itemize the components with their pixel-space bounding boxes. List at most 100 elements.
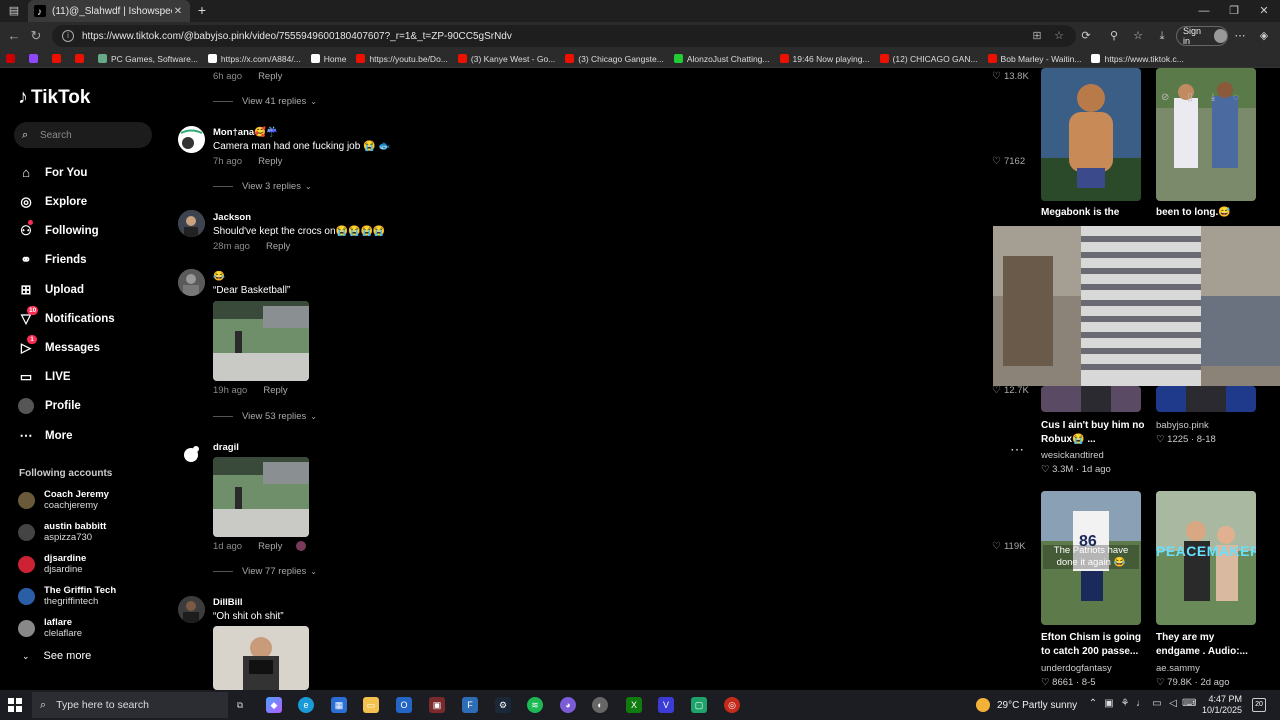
see-more-button[interactable]: ⌄ See more [22,650,91,662]
volume-icon[interactable]: ◁ [1166,698,1180,709]
video-thumbnail[interactable] [1041,68,1141,201]
like-count[interactable]: ♡ 119K [992,541,1025,552]
avatar[interactable] [178,441,205,468]
sidebar-item-upload[interactable]: ⊞ Upload [18,279,168,301]
close-window-icon[interactable]: ✕ [1248,2,1280,20]
weather-widget[interactable]: 29°C Partly sunny [976,698,1077,712]
app-icon[interactable]: ▢ [691,697,707,713]
vpn-app-icon[interactable]: V [658,697,674,713]
avatar[interactable] [178,126,205,153]
microphone-icon[interactable]: ♩ [1134,698,1148,709]
comment-username[interactable]: Mon†ana🥰☔ [213,127,278,138]
like-count[interactable]: ♡ 12.7K [992,385,1029,396]
like-count[interactable]: ♡ 13.8K [992,71,1029,82]
bookmark-item[interactable] [52,54,65,63]
reply-button[interactable]: Reply [258,71,282,82]
video-thumbnail[interactable] [1156,68,1256,201]
clock[interactable]: 4:47 PM 10/1/2025 [1196,694,1242,716]
bookmark-item[interactable]: PC Games, Software... [98,54,198,64]
video-thumbnail[interactable] [1156,386,1256,412]
following-account[interactable]: austin babbitt aspizza730 [18,519,168,545]
download-icon[interactable]: ⤓ [1211,92,1215,110]
video-title[interactable]: Efton Chism is going to catch 200 passe.… [1041,631,1145,659]
favorite-star-icon[interactable]: ☆ [1052,29,1066,43]
file-explorer-icon[interactable]: ▭ [363,697,379,713]
bookmark-item[interactable] [29,54,42,63]
bookmark-item[interactable]: (3) Kanye West - Go... [457,54,555,64]
avatar[interactable] [178,596,205,623]
edge-app-icon[interactable]: e [298,697,314,713]
video-title[interactable]: been to long.😅 [1156,206,1260,220]
reply-button[interactable]: Reply [258,541,282,552]
comment-username[interactable]: Jackson [213,212,251,223]
view-replies-button[interactable]: View 53 replies ⌄ [213,411,317,422]
tab-actions-icon[interactable]: ▤ [6,3,22,19]
avatar[interactable] [178,210,205,237]
comment-username[interactable]: dragil [213,442,239,453]
bookmark-item[interactable]: Home [310,54,346,64]
taskbar-search-input[interactable]: ⌕ Type here to search [32,692,228,718]
sidebar-item-for-you[interactable]: ⌂ For You [18,162,168,184]
language-icon[interactable]: ⌨ [1182,698,1196,709]
reload-icon[interactable]: ↻ [28,28,44,44]
reply-button[interactable]: Reply [266,241,290,252]
view-replies-button[interactable]: View 41 replies ⌄ [213,96,317,107]
store-app-icon[interactable]: ▦ [331,697,347,713]
video-thumbnail[interactable]: PEACEMAKER [1156,491,1256,625]
sidebar-item-friends[interactable]: ⚭ Friends [18,249,168,271]
bookmark-item[interactable]: (12) CHICAGO GAN... [879,54,978,64]
sidebar-item-messages[interactable]: ▷ 1 Messages [18,335,168,359]
reply-button[interactable]: Reply [263,385,287,396]
video-author[interactable]: wesickandtired [1041,450,1104,461]
tray-app-icon[interactable]: ▣ [1102,698,1116,709]
url-field[interactable]: i https://www.tiktok.com/@babyjso.pink/v… [52,25,1076,47]
spotify-app-icon[interactable]: ≋ [527,697,543,713]
site-info-icon[interactable]: i [62,30,74,42]
bookmark-item[interactable]: https://www.tiktok.c... [1091,54,1184,64]
more-options-icon[interactable]: ⋯ [1010,441,1024,458]
following-account[interactable]: Coach Jeremy coachjeremy [18,487,168,513]
network-icon[interactable]: ▭ [1150,698,1164,709]
video-author[interactable]: babyjso.pink [1156,420,1209,431]
phone-icon[interactable]: ▯ [1187,92,1193,110]
bookmark-item[interactable]: (3) Chicago Gangste... [565,54,664,64]
sidebar-item-explore[interactable]: ◎ Explore [18,191,168,213]
reply-button[interactable]: Reply [258,156,282,167]
extensions-icon[interactable]: ⟳ [1078,28,1094,44]
avatar[interactable] [178,269,205,296]
back-icon[interactable]: ← [6,28,22,44]
new-tab-icon[interactable]: + [194,2,210,18]
outlook-app-icon[interactable]: O [396,697,412,713]
sidebar-item-following[interactable]: ⚇ Following [18,220,168,242]
bookmark-item[interactable]: AlonzoJust Chatting... [673,54,770,64]
bookmark-item[interactable]: https://youtu.be/Do... [356,54,448,64]
downloads-icon[interactable]: ⤓ [1154,28,1170,44]
video-thumbnail[interactable]: 86 The Patriots have done it again 😂 [1041,491,1141,625]
bookmark-item[interactable]: Bob Marley - Waitin... [987,54,1081,64]
tray-chevron-icon[interactable]: ⌃ [1086,698,1100,709]
bookmark-item[interactable] [6,54,19,63]
favorites-icon[interactable]: ☆ [1130,28,1146,44]
tray-app-icon[interactable]: ⚘ [1118,698,1132,709]
comment-username[interactable]: DillBill [213,597,243,608]
following-account[interactable]: The Griffin Tech thegriffintech [18,583,168,609]
split-screen-icon[interactable]: ⚲ [1106,28,1122,44]
following-account[interactable]: djsardine djsardine [18,551,168,577]
video-title[interactable]: Megabonk is the [1041,206,1145,220]
settings-more-icon[interactable]: ⋯ [1232,28,1248,44]
app-icon[interactable]: ◐ [592,697,608,713]
copilot-icon[interactable]: ◈ [1256,28,1272,44]
app-icon[interactable]: F [462,697,478,713]
task-view-icon[interactable]: ⧉ [232,697,248,713]
like-count[interactable]: ♡ 7162 [992,156,1025,167]
app-available-icon[interactable]: ⊞ [1030,29,1044,43]
following-account[interactable]: laflare clelaflare [18,615,168,641]
windows-start-icon[interactable] [8,698,22,712]
video-author[interactable]: ae.sammy [1156,663,1200,674]
video-thumbnail[interactable] [1041,386,1141,412]
copilot-app-icon[interactable]: ◆ [266,697,282,713]
bookmark-item[interactable] [75,54,88,63]
sign-in-button[interactable]: Sign in [1176,26,1228,46]
sidebar-item-notifications[interactable]: ▽ 10 Notifications [18,306,168,330]
search-input[interactable]: ⌕ Search [14,122,152,148]
